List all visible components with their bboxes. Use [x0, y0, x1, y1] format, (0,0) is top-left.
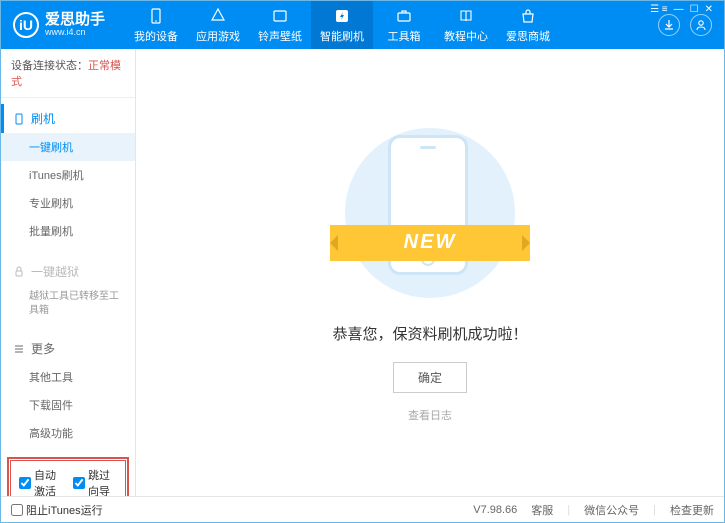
service-link[interactable]: 客服: [531, 502, 553, 518]
chk-block-itunes-input[interactable]: [11, 504, 23, 516]
tab-tutorial[interactable]: 教程中心: [435, 1, 497, 49]
footer: 阻止iTunes运行 V7.98.66 客服 | 微信公众号 | 检查更新: [1, 496, 724, 522]
tab-media[interactable]: 铃声壁纸: [249, 1, 311, 49]
sidebar-item-batch[interactable]: 批量刷机: [1, 217, 135, 245]
close-icon[interactable]: ✕: [705, 4, 713, 15]
app-window: ☰ ≡ — ☐ ✕ iU 爱思助手 www.i4.cn 我的设备 应用游戏 铃声…: [0, 0, 725, 523]
sidebar-hdr-flash[interactable]: 刷机: [1, 104, 135, 133]
sidebar-item-other[interactable]: 其他工具: [1, 363, 135, 391]
body: 设备连接状态：正常模式 刷机 一键刷机 iTunes刷机 专业刷机 批量刷机 一…: [1, 49, 724, 496]
tab-toolbox[interactable]: 工具箱: [373, 1, 435, 49]
sidebar-item-pro[interactable]: 专业刷机: [1, 189, 135, 217]
tab-label: 铃声壁纸: [258, 28, 302, 44]
sidebar-item-advanced[interactable]: 高级功能: [1, 419, 135, 447]
tab-label: 爱思商城: [506, 28, 550, 44]
media-icon: [271, 7, 289, 25]
success-message: 恭喜您，保资料刷机成功啦！: [332, 323, 527, 344]
titlebar: iU 爱思助手 www.i4.cn 我的设备 应用游戏 铃声壁纸 智能刷机: [1, 1, 724, 49]
sidebar-hdr-label: 刷机: [31, 110, 55, 127]
app-logo: iU 爱思助手 www.i4.cn: [13, 12, 105, 38]
maximize-icon[interactable]: ☐: [690, 4, 699, 15]
sidebar: 设备连接状态：正常模式 刷机 一键刷机 iTunes刷机 专业刷机 批量刷机 一…: [1, 49, 136, 496]
sidebar-hdr-label: 更多: [31, 340, 55, 357]
sidebar-hdr-more[interactable]: 更多: [1, 334, 135, 363]
tab-label: 工具箱: [388, 28, 421, 44]
update-link[interactable]: 检查更新: [670, 502, 714, 518]
view-log-link[interactable]: 查看日志: [408, 407, 452, 423]
store-icon: [519, 7, 537, 25]
menu-icon[interactable]: ☰ ≡: [650, 4, 668, 15]
tab-label: 智能刷机: [320, 28, 364, 44]
main-content: NEW 恭喜您，保资料刷机成功啦！ 确定 查看日志: [136, 49, 724, 496]
menu-icon: [13, 343, 25, 355]
chk-label: 跳过向导: [88, 467, 117, 496]
app-title: 爱思助手: [45, 12, 105, 29]
chk-skip-guide[interactable]: 跳过向导: [73, 467, 117, 496]
titlebar-right: [658, 14, 712, 36]
tab-store[interactable]: 爱思商城: [497, 1, 559, 49]
phone-icon: [13, 113, 25, 125]
chk-skip-guide-input[interactable]: [73, 477, 85, 489]
nav-tabs: 我的设备 应用游戏 铃声壁纸 智能刷机 工具箱 教程中心: [125, 1, 559, 49]
user-button[interactable]: [690, 14, 712, 36]
connection-state: 设备连接状态：正常模式: [1, 49, 135, 98]
tab-label: 应用游戏: [196, 28, 240, 44]
chk-block-itunes[interactable]: 阻止iTunes运行: [11, 502, 103, 518]
phone-icon: [147, 7, 165, 25]
apps-icon: [209, 7, 227, 25]
illustration: NEW: [340, 123, 520, 303]
chk-auto-activate[interactable]: 自动激活: [19, 467, 63, 496]
minimize-icon[interactable]: —: [674, 4, 684, 15]
download-button[interactable]: [658, 14, 680, 36]
conn-label: 设备连接状态：: [11, 60, 88, 72]
app-url: www.i4.cn: [45, 28, 105, 38]
tab-label: 教程中心: [444, 28, 488, 44]
tab-flash[interactable]: 智能刷机: [311, 1, 373, 49]
sidebar-hdr-label: 一键越狱: [31, 263, 79, 280]
version-label: V7.98.66: [473, 504, 517, 516]
sidebar-item-oneclick[interactable]: 一键刷机: [1, 133, 135, 161]
tab-apps[interactable]: 应用游戏: [187, 1, 249, 49]
ok-button[interactable]: 确定: [393, 362, 467, 393]
new-banner: NEW: [330, 225, 530, 261]
flash-icon: [333, 7, 351, 25]
tab-my-device[interactable]: 我的设备: [125, 1, 187, 49]
chk-label: 自动激活: [34, 467, 63, 496]
tab-label: 我的设备: [134, 28, 178, 44]
sidebar-item-download-fw[interactable]: 下载固件: [1, 391, 135, 419]
sidebar-hdr-jailbreak: 一键越狱: [1, 257, 135, 286]
book-icon: [457, 7, 475, 25]
sidebar-item-itunes[interactable]: iTunes刷机: [1, 161, 135, 189]
window-controls: ☰ ≡ — ☐ ✕: [650, 4, 713, 15]
chk-label: 阻止iTunes运行: [26, 502, 103, 518]
chk-auto-activate-input[interactable]: [19, 477, 31, 489]
logo-icon: iU: [13, 12, 39, 38]
toolbox-icon: [395, 7, 413, 25]
wechat-link[interactable]: 微信公众号: [584, 502, 639, 518]
options-highlight: 自动激活 跳过向导: [7, 457, 129, 496]
lock-icon: [13, 266, 25, 278]
jailbreak-note: 越狱工具已转移至工具箱: [1, 286, 135, 322]
